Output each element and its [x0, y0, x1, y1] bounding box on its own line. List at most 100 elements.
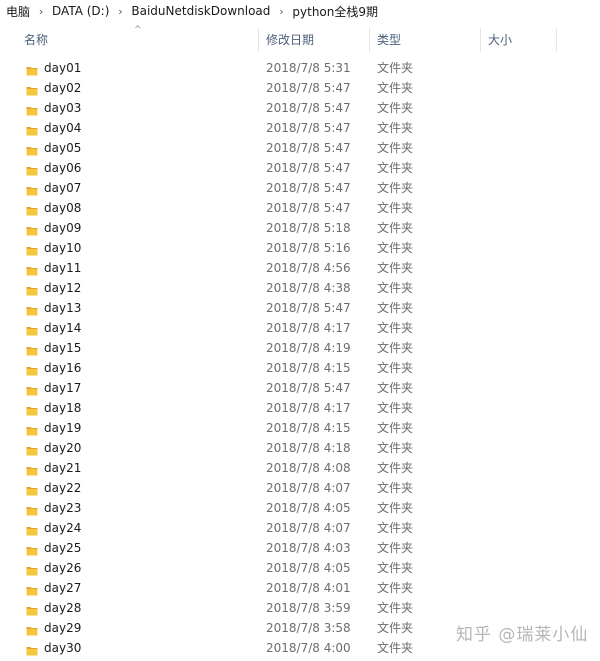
file-name[interactable]: day20 [44, 438, 81, 458]
file-name[interactable]: day07 [44, 178, 81, 198]
file-name[interactable]: day12 [44, 278, 81, 298]
file-name[interactable]: day14 [44, 318, 81, 338]
file-name[interactable]: day19 [44, 418, 81, 438]
folder-icon [26, 582, 38, 596]
chevron-right-icon[interactable]: › [32, 5, 50, 18]
folder-icon [26, 462, 38, 476]
column-divider[interactable] [556, 28, 557, 52]
file-row[interactable]: day08 2018/7/8 5:47 文件夹 [0, 198, 600, 218]
column-divider[interactable] [480, 28, 481, 52]
file-modified-date: 2018/7/8 5:47 [266, 381, 351, 395]
file-name[interactable]: day13 [44, 298, 81, 318]
folder-icon [26, 642, 38, 656]
file-name[interactable]: day10 [44, 238, 81, 258]
file-modified-date: 2018/7/8 4:01 [266, 581, 351, 595]
file-row[interactable]: day07 2018/7/8 5:47 文件夹 [0, 178, 600, 198]
folder-icon [26, 62, 38, 76]
file-row[interactable]: day12 2018/7/8 4:38 文件夹 [0, 278, 600, 298]
file-name[interactable]: day30 [44, 638, 81, 658]
folder-icon [26, 402, 38, 416]
file-name[interactable]: day28 [44, 598, 81, 618]
column-header-row: ^ 名称 修改日期 类型 大小 [0, 24, 600, 54]
file-row[interactable]: day25 2018/7/8 4:03 文件夹 [0, 538, 600, 558]
file-row[interactable]: day18 2018/7/8 4:17 文件夹 [0, 398, 600, 418]
file-name[interactable]: day29 [44, 618, 81, 638]
column-divider[interactable] [369, 28, 370, 52]
file-modified-date: 2018/7/8 4:17 [266, 321, 351, 335]
file-row[interactable]: day24 2018/7/8 4:07 文件夹 [0, 518, 600, 538]
file-name[interactable]: day06 [44, 158, 81, 178]
file-name[interactable]: day08 [44, 198, 81, 218]
file-modified-date: 2018/7/8 4:18 [266, 441, 351, 455]
file-modified-date: 2018/7/8 5:18 [266, 221, 351, 235]
chevron-right-icon[interactable]: › [111, 5, 129, 18]
file-name[interactable]: day16 [44, 358, 81, 378]
file-type: 文件夹 [377, 461, 414, 475]
file-name[interactable]: day26 [44, 558, 81, 578]
file-name[interactable]: day22 [44, 478, 81, 498]
file-name[interactable]: day05 [44, 138, 81, 158]
file-name[interactable]: day09 [44, 218, 81, 238]
file-type: 文件夹 [377, 221, 414, 235]
file-row[interactable]: day21 2018/7/8 4:08 文件夹 [0, 458, 600, 478]
file-row[interactable]: day20 2018/7/8 4:18 文件夹 [0, 438, 600, 458]
file-name[interactable]: day17 [44, 378, 81, 398]
folder-icon [26, 202, 38, 216]
file-name[interactable]: day02 [44, 78, 81, 98]
folder-icon [26, 542, 38, 556]
file-modified-date: 2018/7/8 5:47 [266, 141, 351, 155]
file-modified-date: 2018/7/8 4:05 [266, 501, 351, 515]
file-name[interactable]: day01 [44, 58, 81, 78]
file-row[interactable]: day22 2018/7/8 4:07 文件夹 [0, 478, 600, 498]
file-name[interactable]: day27 [44, 578, 81, 598]
file-type: 文件夹 [377, 161, 414, 175]
file-row[interactable]: day06 2018/7/8 5:47 文件夹 [0, 158, 600, 178]
file-type: 文件夹 [377, 561, 414, 575]
file-name[interactable]: day25 [44, 538, 81, 558]
file-type: 文件夹 [377, 141, 414, 155]
column-header-size[interactable]: 大小 [488, 24, 512, 54]
column-divider[interactable] [258, 28, 259, 52]
file-row[interactable]: day11 2018/7/8 4:56 文件夹 [0, 258, 600, 278]
file-name[interactable]: day24 [44, 518, 81, 538]
file-row[interactable]: day16 2018/7/8 4:15 文件夹 [0, 358, 600, 378]
file-list: day01 2018/7/8 5:31 文件夹 day02 2018/7/8 5:47 文… [0, 58, 600, 658]
file-row[interactable]: day14 2018/7/8 4:17 文件夹 [0, 318, 600, 338]
column-header-modified[interactable]: 修改日期 [266, 24, 314, 54]
file-name[interactable]: day23 [44, 498, 81, 518]
folder-icon [26, 82, 38, 96]
file-name[interactable]: day18 [44, 398, 81, 418]
file-row[interactable]: day26 2018/7/8 4:05 文件夹 [0, 558, 600, 578]
folder-icon [26, 522, 38, 536]
file-row[interactable]: day27 2018/7/8 4:01 文件夹 [0, 578, 600, 598]
file-name[interactable]: day21 [44, 458, 81, 478]
file-row[interactable]: day28 2018/7/8 3:59 文件夹 [0, 598, 600, 618]
file-row[interactable]: day05 2018/7/8 5:47 文件夹 [0, 138, 600, 158]
file-row[interactable]: day10 2018/7/8 5:16 文件夹 [0, 238, 600, 258]
file-row[interactable]: day01 2018/7/8 5:31 文件夹 [0, 58, 600, 78]
file-row[interactable]: day15 2018/7/8 4:19 文件夹 [0, 338, 600, 358]
chevron-right-icon[interactable]: › [272, 5, 290, 18]
file-name[interactable]: day11 [44, 258, 81, 278]
file-type: 文件夹 [377, 401, 414, 415]
breadcrumb-item-download-folder[interactable]: BaiduNetdiskDownload [129, 4, 272, 18]
column-header-name[interactable]: 名称 [24, 24, 48, 54]
file-type: 文件夹 [377, 61, 414, 75]
breadcrumb-item-current-folder[interactable]: python全栈9期 [290, 3, 380, 20]
file-row[interactable]: day17 2018/7/8 5:47 文件夹 [0, 378, 600, 398]
file-row[interactable]: day02 2018/7/8 5:47 文件夹 [0, 78, 600, 98]
file-name[interactable]: day15 [44, 338, 81, 358]
file-row[interactable]: day04 2018/7/8 5:47 文件夹 [0, 118, 600, 138]
column-header-type[interactable]: 类型 [377, 24, 401, 54]
file-name[interactable]: day03 [44, 98, 81, 118]
file-name[interactable]: day04 [44, 118, 81, 138]
file-row[interactable]: day13 2018/7/8 5:47 文件夹 [0, 298, 600, 318]
file-row[interactable]: day09 2018/7/8 5:18 文件夹 [0, 218, 600, 238]
breadcrumb-item-computer[interactable]: 电脑 [0, 3, 32, 20]
file-row[interactable]: day19 2018/7/8 4:15 文件夹 [0, 418, 600, 438]
folder-icon [26, 502, 38, 516]
breadcrumb-item-drive[interactable]: DATA (D:) [50, 4, 111, 18]
file-row[interactable]: day03 2018/7/8 5:47 文件夹 [0, 98, 600, 118]
file-row[interactable]: day23 2018/7/8 4:05 文件夹 [0, 498, 600, 518]
file-modified-date: 2018/7/8 4:07 [266, 481, 351, 495]
